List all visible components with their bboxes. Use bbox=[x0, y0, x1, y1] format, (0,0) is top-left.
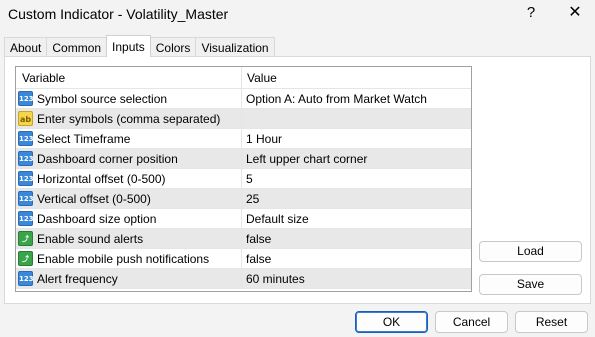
row-value-cell[interactable]: 25 bbox=[242, 189, 471, 208]
row-value-cell[interactable]: Option A: Auto from Market Watch bbox=[242, 89, 471, 108]
input-row-alert-frequency[interactable]: 123 Alert frequency 60 minutes bbox=[16, 269, 471, 289]
numeric-icon: 123 bbox=[18, 151, 34, 166]
row-variable-cell: ⤴ Enable mobile push notifications bbox=[16, 249, 242, 268]
row-label: Select Timeframe bbox=[37, 132, 131, 146]
numeric-icon: 123 bbox=[18, 271, 34, 286]
window-title: Custom Indicator - Volatility_Master bbox=[8, 6, 229, 22]
row-label: Enter symbols (comma separated) bbox=[37, 112, 221, 126]
row-value: Default size bbox=[246, 212, 309, 226]
row-value-cell[interactable]: false bbox=[242, 229, 471, 248]
row-label: Vertical offset (0-500) bbox=[37, 192, 151, 206]
title-bar: Custom Indicator - Volatility_Master ? ✕ bbox=[0, 0, 595, 28]
row-value-cell[interactable]: 1 Hour bbox=[242, 129, 471, 148]
numeric-icon: 123 bbox=[18, 191, 34, 206]
help-icon[interactable]: ? bbox=[520, 3, 542, 23]
column-header-value[interactable]: Value bbox=[242, 67, 471, 88]
row-value: Left upper chart corner bbox=[246, 152, 368, 166]
ok-button[interactable]: OK bbox=[355, 311, 428, 333]
column-header-value-label: Value bbox=[247, 71, 277, 85]
row-variable-cell: ab Enter symbols (comma separated) bbox=[16, 109, 242, 128]
save-button[interactable]: Save bbox=[479, 274, 582, 295]
row-value: false bbox=[246, 232, 272, 246]
tab-inputs[interactable]: Inputs bbox=[106, 35, 151, 57]
tab-visualization[interactable]: Visualization bbox=[195, 37, 275, 57]
inputs-grid: Variable Value 123 Symbol source selecti… bbox=[15, 66, 472, 292]
row-variable-cell: 123 Vertical offset (0-500) bbox=[16, 189, 242, 208]
boolean-icon: ⤴ bbox=[18, 251, 33, 266]
tab-about[interactable]: About bbox=[4, 37, 48, 57]
grid-header: Variable Value bbox=[16, 67, 471, 89]
inputs-panel: Variable Value 123 Symbol source selecti… bbox=[4, 56, 591, 304]
row-value-cell[interactable]: 60 minutes bbox=[242, 269, 471, 288]
row-label: Symbol source selection bbox=[37, 92, 168, 106]
row-label: Dashboard corner position bbox=[37, 152, 178, 166]
input-row-vertical-offset[interactable]: 123 Vertical offset (0-500) 25 bbox=[16, 189, 471, 209]
close-icon[interactable]: ✕ bbox=[564, 3, 586, 23]
row-variable-cell: ⤴ Enable sound alerts bbox=[16, 229, 242, 248]
row-value-cell[interactable]: false bbox=[242, 249, 471, 268]
reset-button[interactable]: Reset bbox=[515, 311, 588, 333]
input-row-enter-symbols[interactable]: ab Enter symbols (comma separated) bbox=[16, 109, 471, 129]
input-row-push-notifications[interactable]: ⤴ Enable mobile push notifications false bbox=[16, 249, 471, 269]
row-value: 60 minutes bbox=[246, 272, 305, 286]
row-value: Option A: Auto from Market Watch bbox=[246, 92, 427, 106]
column-header-variable[interactable]: Variable bbox=[16, 67, 242, 88]
input-row-symbol-source[interactable]: 123 Symbol source selection Option A: Au… bbox=[16, 89, 471, 109]
tab-bar: About Common Inputs Colors Visualization bbox=[4, 35, 275, 57]
string-icon: ab bbox=[18, 111, 33, 126]
row-variable-cell: 123 Dashboard corner position bbox=[16, 149, 242, 168]
numeric-icon: 123 bbox=[18, 91, 34, 106]
tab-common[interactable]: Common bbox=[46, 37, 108, 57]
numeric-icon: 123 bbox=[18, 131, 34, 146]
row-value: 25 bbox=[246, 192, 260, 206]
row-value-cell[interactable]: Default size bbox=[242, 209, 471, 228]
row-label: Enable mobile push notifications bbox=[37, 252, 210, 266]
input-row-corner-position[interactable]: 123 Dashboard corner position Left upper… bbox=[16, 149, 471, 169]
cancel-button[interactable]: Cancel bbox=[435, 311, 508, 333]
row-variable-cell: 123 Horizontal offset (0-500) bbox=[16, 169, 242, 188]
tab-colors[interactable]: Colors bbox=[149, 37, 197, 57]
input-row-size-option[interactable]: 123 Dashboard size option Default size bbox=[16, 209, 471, 229]
row-value-cell[interactable]: Left upper chart corner bbox=[242, 149, 471, 168]
row-value: 5 bbox=[246, 172, 253, 186]
row-label: Horizontal offset (0-500) bbox=[37, 172, 166, 186]
input-row-horizontal-offset[interactable]: 123 Horizontal offset (0-500) 5 bbox=[16, 169, 471, 189]
row-variable-cell: 123 Symbol source selection bbox=[16, 89, 242, 108]
row-value-cell[interactable]: 5 bbox=[242, 169, 471, 188]
input-row-sound-alerts[interactable]: ⤴ Enable sound alerts false bbox=[16, 229, 471, 249]
numeric-icon: 123 bbox=[18, 211, 34, 226]
numeric-icon: 123 bbox=[18, 171, 34, 186]
row-label: Alert frequency bbox=[37, 272, 118, 286]
row-label: Enable sound alerts bbox=[37, 232, 144, 246]
row-variable-cell: 123 Alert frequency bbox=[16, 269, 242, 288]
row-label: Dashboard size option bbox=[37, 212, 157, 226]
load-button[interactable]: Load bbox=[479, 241, 582, 262]
row-value: false bbox=[246, 252, 272, 266]
column-header-variable-label: Variable bbox=[22, 71, 66, 85]
row-value-cell[interactable] bbox=[242, 109, 471, 128]
row-variable-cell: 123 Dashboard size option bbox=[16, 209, 242, 228]
row-value: 1 Hour bbox=[246, 132, 283, 146]
row-variable-cell: 123 Select Timeframe bbox=[16, 129, 242, 148]
boolean-icon: ⤴ bbox=[18, 231, 33, 246]
input-row-timeframe[interactable]: 123 Select Timeframe 1 Hour bbox=[16, 129, 471, 149]
